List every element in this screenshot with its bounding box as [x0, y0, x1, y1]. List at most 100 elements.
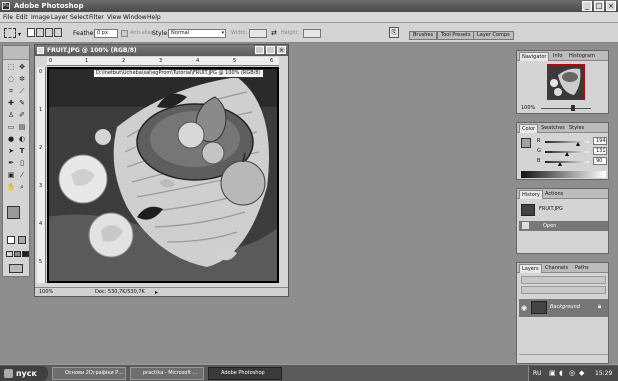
tab-swatches[interactable]: Swatches [539, 124, 567, 132]
menu-image[interactable]: Image [31, 13, 50, 22]
doc-close-button[interactable]: × [277, 46, 286, 54]
shape-tool-icon[interactable]: ▯ [17, 158, 27, 168]
chevron-down-icon[interactable]: ▾ [18, 31, 21, 38]
navigator-zoom-value[interactable]: 100% [521, 104, 535, 113]
path-selection-tool-icon[interactable]: ➤ [6, 146, 16, 156]
antialias-checkbox[interactable] [121, 30, 128, 37]
minimize-button[interactable]: _ [582, 1, 592, 11]
navigator-thumbnail[interactable] [547, 64, 585, 100]
tab-paths[interactable]: Paths [573, 264, 591, 272]
channel-value-input[interactable]: 194 [593, 137, 607, 145]
quick-mask-mode-icon[interactable] [18, 236, 26, 244]
lasso-tool-icon[interactable]: ◌ [6, 74, 16, 84]
update-icon[interactable]: ◆ [579, 366, 584, 381]
close-button[interactable]: × [606, 1, 616, 11]
crop-tool-icon[interactable]: ⌗ [6, 86, 16, 96]
width-input[interactable] [249, 29, 267, 38]
gradient-tool-icon[interactable]: ▤ [17, 122, 27, 132]
task-button-browser[interactable]: Основи 2Dграфіки Р... [52, 367, 126, 380]
notes-tool-icon[interactable]: ▣ [6, 170, 16, 180]
palette-well-layer-comps[interactable]: Layer Comps [473, 31, 514, 40]
style-select[interactable]: Normal ▾ [168, 29, 226, 38]
tab-history[interactable]: History [519, 190, 543, 199]
tab-navigator[interactable]: Navigator [519, 52, 550, 61]
history-brush-tool-icon[interactable]: ✐ [17, 110, 27, 120]
task-button-photoshop[interactable]: Adobe Photoshop [208, 367, 282, 380]
navigator-zoom-slider-thumb[interactable] [571, 105, 575, 111]
tab-histogram[interactable]: Histogram [567, 52, 597, 60]
zoom-level[interactable]: 100% [39, 288, 53, 297]
marquee-tool-icon[interactable]: ⬚ [6, 62, 16, 72]
move-tool-icon[interactable]: ✥ [17, 62, 27, 72]
go-to-bridge-icon[interactable]: ⎘ [389, 27, 399, 38]
status-menu-arrow-icon[interactable]: ▸ [155, 288, 158, 297]
color-foreground-swatch[interactable] [521, 138, 531, 148]
slice-tool-icon[interactable]: ⟋ [17, 86, 27, 96]
eye-icon[interactable]: ◉ [521, 304, 527, 312]
new-selection-icon[interactable] [27, 28, 35, 37]
channel-slider-thumb[interactable] [558, 162, 562, 166]
clone-stamp-tool-icon[interactable]: ♙ [6, 110, 16, 120]
tab-actions[interactable]: Actions [543, 190, 565, 198]
menu-window[interactable]: Window [123, 13, 147, 22]
hand-tool-icon[interactable]: ✋ [6, 182, 16, 192]
navigator-zoom-slider[interactable] [541, 108, 591, 109]
type-tool-icon[interactable]: T [17, 146, 27, 156]
foreground-color-swatch[interactable] [7, 206, 20, 219]
subtract-selection-icon[interactable] [45, 28, 53, 37]
channel-slider-thumb[interactable] [565, 152, 569, 156]
lock-options-row[interactable] [521, 286, 606, 294]
screen-mode-standard-icon[interactable] [6, 251, 13, 257]
tab-info[interactable]: Info [551, 52, 564, 60]
swap-arrows-icon[interactable]: ⇄ [271, 29, 277, 38]
menu-filter[interactable]: Filter [89, 13, 104, 22]
start-button[interactable]: пуск [0, 366, 48, 381]
blur-tool-icon[interactable]: ● [6, 134, 16, 144]
menu-select[interactable]: Select [70, 13, 89, 22]
menu-edit[interactable]: Edit [16, 13, 28, 22]
document-title[interactable]: FRUIT.JPG @ 100% (RGB/8) [35, 45, 288, 56]
standard-mode-icon[interactable] [7, 236, 15, 244]
antivirus-icon[interactable]: ◎ [569, 366, 575, 381]
marquee-tool-preset-icon[interactable] [4, 28, 16, 38]
channel-slider[interactable] [545, 141, 589, 143]
menu-layer[interactable]: Layer [51, 13, 68, 22]
task-button-word[interactable]: practika - Microsoft ... [130, 367, 204, 380]
tab-color[interactable]: Color [519, 124, 539, 133]
doc-minimize-button[interactable] [255, 46, 264, 54]
brush-tool-icon[interactable]: ✎ [17, 98, 27, 108]
pen-tool-icon[interactable]: ✒ [6, 158, 16, 168]
image-canvas[interactable] [47, 67, 279, 283]
doc-maximize-button[interactable] [266, 46, 275, 54]
tab-layers[interactable]: Layers [519, 264, 542, 273]
channel-value-input[interactable]: 90 [593, 157, 607, 165]
eraser-tool-icon[interactable]: ▭ [6, 122, 16, 132]
screen-mode-full-icon[interactable] [22, 251, 29, 257]
history-snapshot-row[interactable]: FRUIT.JPG [519, 202, 608, 218]
tab-styles[interactable]: Styles [567, 124, 586, 132]
intersect-selection-icon[interactable] [54, 28, 62, 37]
menu-help[interactable]: Help [147, 13, 161, 22]
dodge-tool-icon[interactable]: ◐ [17, 134, 27, 144]
add-selection-icon[interactable] [36, 28, 44, 37]
history-brush-source-icon[interactable] [522, 222, 529, 229]
channel-slider-thumb[interactable] [576, 142, 580, 146]
channel-value-input[interactable]: 131 [593, 147, 607, 155]
language-indicator[interactable]: RU [533, 366, 542, 381]
feather-input[interactable]: 0 px [94, 29, 118, 38]
maximize-button[interactable]: □ [594, 1, 604, 11]
history-step-row[interactable]: Open [519, 221, 608, 231]
height-input[interactable] [303, 29, 321, 38]
menu-view[interactable]: View [107, 13, 121, 22]
screen-mode-full-menu-icon[interactable] [14, 251, 21, 257]
volume-icon[interactable]: ◖ [559, 366, 563, 381]
palette-well-brushes[interactable]: Brushes [409, 31, 438, 40]
zoom-tool-icon[interactable]: ⌕ [17, 182, 27, 192]
tab-channels[interactable]: Channels [543, 264, 570, 272]
magic-wand-tool-icon[interactable]: ✲ [17, 74, 27, 84]
network-icon[interactable]: ▣ [549, 366, 556, 381]
menu-file[interactable]: File [3, 13, 13, 22]
blend-mode-select[interactable] [521, 276, 606, 284]
healing-brush-tool-icon[interactable]: ✚ [6, 98, 16, 108]
color-ramp[interactable] [521, 171, 606, 178]
